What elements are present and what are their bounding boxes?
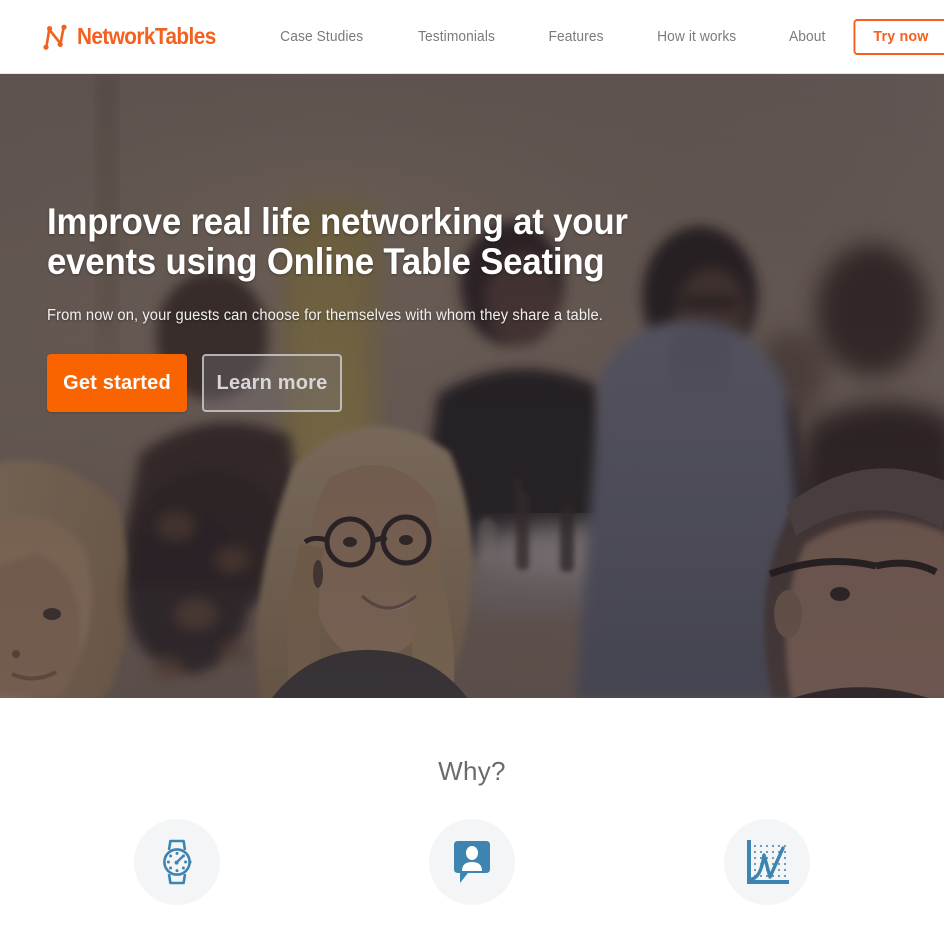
icon-circle [724,819,810,905]
hero-subtitle: From now on, your guests can choose for … [47,307,603,324]
wristwatch-icon [154,837,200,887]
hero-section: Improve real life networking at your eve… [0,74,944,698]
try-now-button[interactable]: Try now [853,18,944,55]
brand-logo-link[interactable]: NetworkTables [40,23,231,51]
hero-title: Improve real life networking at your eve… [47,201,628,282]
nav-item: Case Studies [253,29,390,45]
nav-list: Case Studies Testimonials Features How i… [253,29,851,45]
learn-more-button[interactable]: Learn more [202,354,342,412]
get-started-button[interactable]: Get started [47,354,187,412]
line-chart-icon [742,837,792,887]
nav-item: About [763,29,851,45]
nav-link-case-studies[interactable]: Case Studies [257,29,388,45]
nav-link-features[interactable]: Features [524,29,627,45]
site-header: NetworkTables Case Studies Testimonials … [0,0,944,74]
nav-link-testimonials[interactable]: Testimonials [394,29,518,45]
icon-circle [429,819,515,905]
why-heading: Why? [438,756,506,786]
why-feature-item [397,819,547,905]
nav-item: How it works [630,29,763,45]
network-n-logo-icon [40,23,70,51]
hero-content: Improve real life networking at your eve… [47,202,727,412]
why-feature-item [102,819,252,905]
nav-link-about[interactable]: About [765,29,849,45]
why-feature-item [692,819,842,905]
speech-bubble-person-icon [448,837,496,887]
why-section: Why? [0,698,944,944]
hero-actions: Get started Learn more [47,354,727,412]
icon-circle [134,819,220,905]
why-feature-grid [0,819,944,905]
nav-link-how-it-works[interactable]: How it works [633,29,760,45]
nav-item: Features [522,29,630,45]
brand-name: NetworkTables [77,23,216,49]
nav-item: Testimonials [391,29,522,45]
main-navigation: Case Studies Testimonials Features How i… [253,29,851,45]
